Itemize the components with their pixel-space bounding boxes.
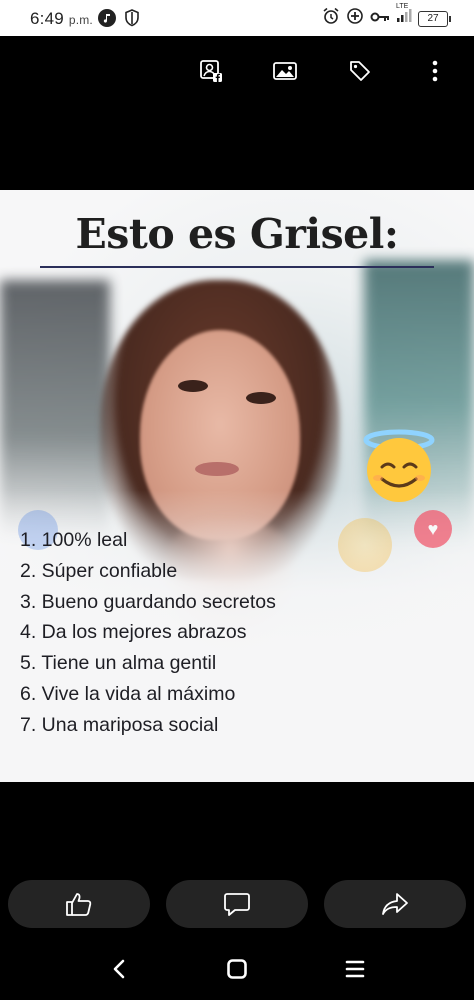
home-icon <box>227 959 247 979</box>
status-clock: 6:49 <box>30 9 64 28</box>
trait-item: 6. Vive la vida al máximo <box>20 682 236 705</box>
alarm-icon <box>322 7 340 30</box>
image-icon[interactable] <box>272 58 298 84</box>
trait-item: 7. Una mariposa social <box>20 713 219 736</box>
media-note-icon <box>98 9 116 27</box>
status-time: 6:49 p.m. <box>30 9 93 29</box>
status-ampm: p.m. <box>68 13 93 27</box>
home-button[interactable] <box>222 954 252 984</box>
tag-icon[interactable] <box>347 58 373 84</box>
battery-icon: 27 <box>418 10 451 27</box>
photo-viewer-toolbar <box>0 36 474 106</box>
more-vertical-icon[interactable] <box>422 58 448 84</box>
trait-item: 4. Da los mejores abrazos <box>20 621 247 644</box>
network-type: LTE <box>396 3 409 10</box>
shield-icon <box>124 9 140 32</box>
recents-icon <box>345 960 365 978</box>
smiling-face-with-halo-icon <box>363 429 435 502</box>
trait-item: 1. 100% leal <box>20 529 128 551</box>
trait-item: 2. Súper confiable <box>20 559 178 582</box>
like-button[interactable] <box>8 880 150 928</box>
portrait-lips <box>195 462 239 476</box>
comment-button[interactable] <box>166 880 308 928</box>
back-button[interactable] <box>104 954 134 984</box>
title-underline <box>40 266 434 268</box>
signal-icon: LTE <box>396 3 412 28</box>
share-icon <box>382 893 408 915</box>
status-bar: 6:49 p.m. LTE 27 <box>0 0 474 36</box>
comment-icon <box>224 893 250 916</box>
trait-item: 5. Tiene un alma gentil <box>20 652 217 675</box>
battery-level: 27 <box>427 13 439 24</box>
portrait-eye-right <box>246 392 276 404</box>
data-saver-icon <box>346 7 364 30</box>
facebook-profile-picture-icon[interactable] <box>198 58 224 84</box>
love-reaction-icon: ♥ <box>414 510 452 548</box>
traits-list: 1. 100% leal 2. Súper confiable 3. Bueno… <box>20 525 276 741</box>
vpn-key-icon <box>370 10 390 28</box>
wow-reaction-icon <box>338 518 392 572</box>
back-icon <box>113 959 125 979</box>
recents-button[interactable] <box>340 954 370 984</box>
share-button[interactable] <box>324 880 466 928</box>
trait-item: 3. Bueno guardando secretos <box>20 590 276 613</box>
post-image-title: Esto es Grisel: <box>75 210 399 258</box>
like-icon <box>66 893 92 916</box>
portrait-eye-left <box>178 380 208 392</box>
